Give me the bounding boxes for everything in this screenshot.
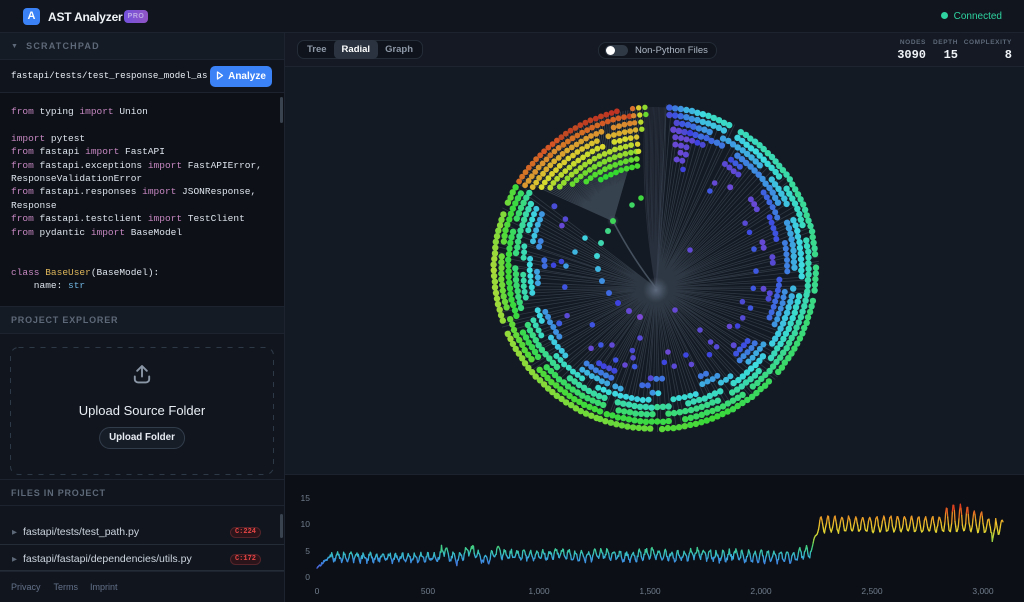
svg-text:2,500: 2,500 — [861, 586, 883, 596]
svg-text:1,500: 1,500 — [639, 586, 661, 596]
svg-text:10: 10 — [301, 519, 311, 529]
svg-text:1,000: 1,000 — [528, 586, 550, 596]
svg-text:5: 5 — [305, 546, 310, 556]
svg-text:2,000: 2,000 — [750, 586, 772, 596]
svg-text:500: 500 — [421, 586, 435, 596]
svg-text:15: 15 — [301, 493, 311, 503]
svg-text:0: 0 — [315, 586, 320, 596]
svg-text:0: 0 — [305, 572, 310, 582]
svg-text:3,000: 3,000 — [972, 586, 994, 596]
